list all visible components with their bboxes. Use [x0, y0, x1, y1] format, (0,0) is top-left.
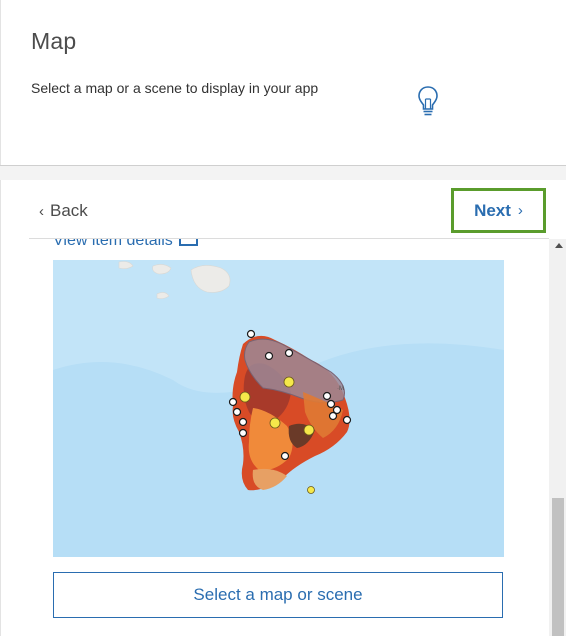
view-item-details-link[interactable]: View item details	[53, 239, 198, 250]
page-title: Map	[31, 28, 77, 54]
hawaii-map-image: ·M	[53, 260, 504, 557]
next-label: Next	[474, 200, 511, 220]
chevron-left-icon: ‹	[39, 203, 44, 220]
back-label: Back	[50, 201, 88, 220]
back-button[interactable]: ‹ Back	[39, 201, 88, 221]
next-button[interactable]: Next ›	[451, 188, 546, 233]
external-link-icon	[178, 239, 198, 246]
scroll-content[interactable]: View item details ·M Select a map or sce…	[1, 239, 549, 636]
scroll-up-arrow-icon[interactable]	[555, 243, 563, 248]
panel-gap	[0, 166, 566, 180]
map-thumbnail[interactable]: ·M	[53, 260, 504, 557]
map-selection-panel: ‹ Back Next › View item details ·M Selec…	[0, 180, 566, 636]
select-map-or-scene-button[interactable]: Select a map or scene	[53, 572, 503, 618]
page-description: Select a map or a scene to display in yo…	[31, 80, 319, 96]
panel-header: Map Select a map or a scene to display i…	[0, 0, 566, 165]
svg-text:·M: ·M	[337, 386, 344, 392]
view-item-details-label: View item details	[53, 239, 173, 249]
scrollbar-thumb[interactable]	[552, 498, 564, 636]
lightbulb-icon[interactable]	[417, 84, 439, 118]
chevron-right-icon: ›	[517, 202, 523, 219]
